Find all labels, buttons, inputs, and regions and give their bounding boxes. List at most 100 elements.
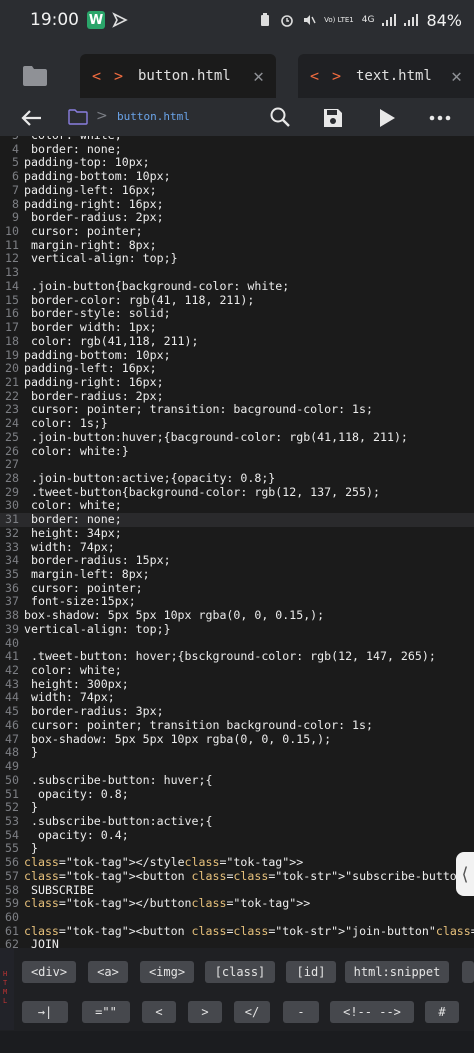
code-line[interactable]: 29 .tweet-button{background-color: rgb(1… [0,485,474,500]
line-text[interactable]: color: rgb(41,118, 211); [22,334,199,349]
code-line[interactable]: 46 cursor: pointer; transition backgroun… [0,718,474,733]
line-text[interactable] [22,637,24,651]
line-text[interactable]: padding-right: 16px; [22,197,164,212]
code-line[interactable]: 23 cursor: pointer; transition: bacgroun… [0,403,474,417]
code-line[interactable]: 59 class="tok-tag"></buttonclass="tok-tag… [0,896,474,911]
code-line[interactable]: 43 height: 300px; [0,677,474,692]
side-panel-handle[interactable]: ⟨ [456,852,474,896]
line-text[interactable]: } [22,842,38,856]
code-line[interactable]: 27 [0,458,474,472]
line-text[interactable] [22,266,24,280]
breadcrumb[interactable]: button.html [117,110,190,123]
run-button[interactable] [378,108,396,128]
code-line[interactable]: 55 } [0,842,474,856]
code-line[interactable]: 28 .join-button:active;{opacity: 0.8;} [0,471,474,486]
code-line[interactable]: 17 border width: 1px; [0,320,474,335]
close-icon[interactable]: ✕ [451,66,462,87]
snippet-key[interactable]: <div> [22,961,76,983]
line-text[interactable]: opacity: 0.8; [22,787,129,802]
code-line[interactable]: 39 vertical-align: top;} [0,622,474,637]
line-text[interactable]: JOIN [22,938,59,948]
line-text[interactable]: border: none; [22,512,122,527]
line-text[interactable]: padding-bottom: 10px; [22,348,171,363]
line-text[interactable]: height: 34px; [22,526,122,541]
line-text[interactable]: height: 300px; [22,677,129,692]
snippet-key[interactable]: > [188,1001,222,1023]
line-text[interactable]: vertical-align: top;} [22,622,171,637]
code-line[interactable]: 4 border: none; [0,142,474,157]
code-line[interactable]: 9 border-radius: 2px; [0,211,474,225]
code-line[interactable]: 11 margin-right: 8px; [0,238,474,253]
code-line[interactable]: 34 border-radius: 15px; [0,554,474,568]
tab-text-html[interactable]: < > text.html ✕ [298,54,474,98]
snippet-key[interactable]: ="" [82,1001,130,1023]
code-line[interactable]: 41 .tweet-button: hover;{bsckground-colo… [0,650,474,664]
code-line[interactable]: 5 padding-top: 10px; [0,156,474,170]
code-line[interactable]: 12 vertical-align: top;} [0,252,474,266]
code-line[interactable]: 49 [0,759,474,774]
code-line[interactable]: 44 width: 74px; [0,691,474,705]
line-text[interactable]: opacity: 0.4; [22,828,129,843]
line-text[interactable]: .join-button:active;{opacity: 0.8;} [22,471,275,486]
close-icon[interactable]: ✕ [253,66,264,87]
line-text[interactable]: width: 74px; [22,691,115,705]
line-text[interactable]: border-radius: 3px; [22,704,164,719]
line-text[interactable]: border-radius: 2px; [22,389,164,404]
line-text[interactable]: margin-right: 8px; [22,238,157,253]
line-text[interactable]: padding-left: 16px; [22,361,157,376]
code-line[interactable]: 33 width: 74px; [0,540,474,555]
line-text[interactable]: class="tok-tag"><button class=class="tok… [22,869,474,884]
line-text[interactable]: .subscribe-button: huver;{ [22,773,213,788]
code-line[interactable]: 54 opacity: 0.4; [0,828,474,843]
more-button[interactable] [428,110,452,126]
code-line[interactable]: 31 border: none; [0,512,474,527]
line-text[interactable] [22,911,24,925]
line-text[interactable]: } [22,800,38,815]
code-line[interactable]: 58 SUBSCRIBE [0,883,474,898]
code-line[interactable]: 15 border-color: rgb(41, 118, 211); [0,293,474,308]
line-text[interactable]: cursor: pointer; [22,581,143,596]
code-line[interactable]: 53 .subscribe-button:active;{ [0,814,474,829]
snippet-key[interactable]: < [142,1001,176,1023]
line-text[interactable]: } [22,746,38,760]
line-text[interactable]: font-size:15px; [22,595,136,609]
snippet-key[interactable]: [class] [205,961,275,983]
code-line[interactable]: 40 [0,636,474,651]
line-text[interactable]: vertical-align: top;} [22,252,178,266]
snippet-key[interactable]: <!-- --> [330,1001,414,1023]
line-text[interactable]: cursor: pointer; transition: bacground-c… [22,403,373,417]
line-text[interactable]: .subscribe-button:active;{ [22,814,213,829]
code-line[interactable]: 51 opacity: 0.8; [0,787,474,802]
search-button[interactable] [269,106,291,128]
line-text[interactable]: .join-button:huver;{bacground-color: rgb… [22,430,408,445]
back-button[interactable] [20,106,44,130]
line-text[interactable]: class="tok-tag"></styleclass="tok-tag">> [22,855,303,870]
line-text[interactable]: padding-bottom: 10px; [22,169,171,184]
code-line[interactable]: 37 font-size:15px; [0,595,474,609]
code-line[interactable]: 18 color: rgb(41,118, 211); [0,334,474,349]
line-text[interactable]: border-color: rgb(41, 118, 211); [22,293,254,308]
code-line[interactable]: 45 border-radius: 3px; [0,704,474,719]
snippet-key[interactable]: - [283,1001,319,1023]
snippet-key[interactable]: <a> [88,961,128,983]
code-line[interactable]: 30 color: white; [0,499,474,513]
line-text[interactable]: .tweet-button{background-color: rgb(12, … [22,485,380,500]
code-line[interactable]: 19 padding-bottom: 10px; [0,348,474,363]
snippet-key[interactable]: [id] [286,961,336,983]
snippet-key[interactable]: html:snippet [345,961,449,983]
code-line[interactable]: 14 .join-button{background-color: white; [0,279,474,294]
code-lines[interactable]: 5 color: white;4 border: none;5padding-t… [0,136,474,948]
code-line[interactable]: 32 height: 34px; [0,526,474,541]
code-line[interactable]: 10 cursor: pointer; [0,224,474,239]
snippet-key[interactable]: </ [234,1001,270,1023]
code-line[interactable]: 61 class="tok-tag"><button class=class="t… [0,924,474,939]
line-text[interactable]: cursor: pointer; [22,224,143,239]
snippet-key-overflow[interactable] [462,961,474,983]
line-text[interactable]: class="tok-tag"><button class=class="tok… [22,924,474,939]
code-line[interactable]: 25 .join-button:huver;{bacground-color: … [0,430,474,445]
code-line[interactable]: 42 color: white; [0,663,474,678]
line-text[interactable]: class="tok-tag"></buttonclass="tok-tag">… [22,896,310,911]
line-text[interactable]: color: white; [22,663,122,678]
tab-button-html[interactable]: < > button.html ✕ [80,54,276,98]
line-text[interactable]: padding-right: 16px; [22,375,164,390]
